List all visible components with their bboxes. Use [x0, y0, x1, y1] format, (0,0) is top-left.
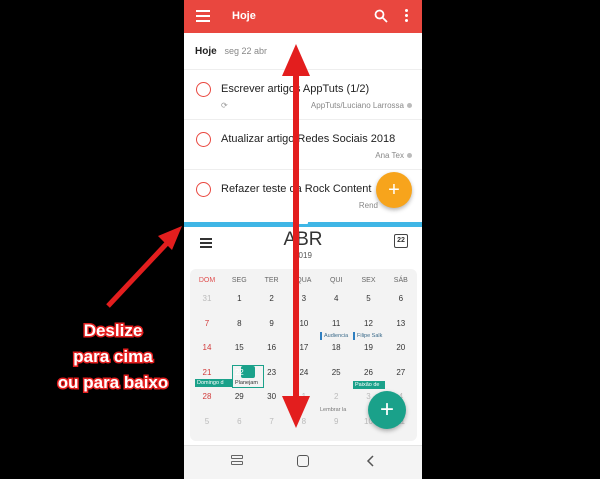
- task-checkbox[interactable]: [196, 82, 211, 97]
- task-text: Atualizar artigo Redes Sociais 2018: [221, 133, 396, 145]
- section-day: Hoje: [195, 46, 217, 57]
- calendar-day[interactable]: 29: [223, 392, 255, 401]
- calendar-day[interactable]: 6: [385, 294, 417, 303]
- calendar-day[interactable]: 23: [256, 368, 288, 377]
- tasks-app-bar: Hoje: [184, 0, 422, 33]
- tasks-app: Hoje Hoje seg 22 abr Escrever artigos Ap…: [184, 0, 422, 222]
- calendar-day[interactable]: 2: [320, 392, 352, 401]
- calendar-day[interactable]: 18: [320, 343, 352, 352]
- calendar-day[interactable]: 4: [320, 294, 352, 303]
- search-icon[interactable]: [374, 9, 388, 23]
- calendar-day[interactable]: 7: [256, 417, 288, 426]
- section-date: seg 22 abr: [224, 46, 267, 56]
- weekday-label: QUI: [329, 277, 343, 284]
- weekday-label: TER: [264, 277, 279, 284]
- recent-apps-icon[interactable]: [231, 455, 243, 467]
- event-chip[interactable]: Planejam: [233, 379, 264, 387]
- task-item[interactable]: Escrever artigos AppTuts (1/2) ⟳ AppTuts…: [184, 69, 422, 119]
- calendar-day[interactable]: 3: [288, 294, 320, 303]
- calendar-day[interactable]: 9: [256, 319, 288, 328]
- calendar-day[interactable]: 8: [223, 319, 255, 328]
- calendar-day[interactable]: 5: [353, 294, 385, 303]
- weekday-label: SEX: [361, 277, 376, 284]
- calendar-day[interactable]: 5: [191, 417, 223, 426]
- calendar-day[interactable]: 1: [223, 294, 255, 303]
- event-chip[interactable]: Lembrar la: [318, 406, 353, 414]
- calendar-day[interactable]: 8: [288, 417, 320, 426]
- calendar-day[interactable]: 11: [320, 319, 352, 328]
- event-chip[interactable]: Domingo d: [195, 379, 233, 387]
- task-project: Rend: [358, 201, 378, 210]
- more-options-icon[interactable]: [405, 9, 409, 23]
- annotation-text: Deslize para cima ou para baixo: [28, 318, 198, 396]
- calendar-day[interactable]: 16: [256, 343, 288, 352]
- calendar-year: 2019: [294, 251, 312, 260]
- project-dot-icon: [407, 103, 412, 108]
- calendar-day[interactable]: 2: [256, 294, 288, 303]
- calendar-day[interactable]: 9: [320, 417, 352, 426]
- calendar-day[interactable]: 19: [353, 343, 385, 352]
- calendar-day[interactable]: 1: [288, 392, 320, 401]
- project-dot-icon: [407, 153, 412, 158]
- android-nav-bar: [184, 445, 422, 479]
- today-section-header: Hoje seg 22 abr: [195, 46, 267, 57]
- calendar-app: ABR 2019 22 Audiencia Filipe Salk Paixão…: [184, 227, 422, 445]
- weekday-label: SEG: [231, 277, 247, 284]
- annotation-line: para cima: [72, 346, 154, 368]
- task-project: AppTuts/Luciano Larrossa: [311, 101, 412, 110]
- calendar-month: ABR: [283, 229, 323, 250]
- weekday-label: QUA: [296, 277, 312, 284]
- repeat-icon: ⟳: [221, 101, 228, 110]
- calendar-day[interactable]: 25: [320, 368, 352, 377]
- calendar-day[interactable]: 17: [288, 343, 320, 352]
- calendar-day[interactable]: 15: [223, 343, 255, 352]
- calendar-day[interactable]: 10: [288, 319, 320, 328]
- calendar-day[interactable]: 12: [353, 319, 385, 328]
- annotation-line: Deslize: [82, 320, 144, 342]
- pointer-arrow: [106, 226, 182, 308]
- divider-handle[interactable]: [298, 221, 308, 224]
- phone-screen: Hoje Hoje seg 22 abr Escrever artigos Ap…: [184, 0, 422, 479]
- task-text: Refazer teste da Rock Content: [221, 183, 372, 195]
- task-checkbox[interactable]: [196, 182, 211, 197]
- task-checkbox[interactable]: [196, 132, 211, 147]
- weekday-label: SÁB: [393, 277, 408, 284]
- calendar-day[interactable]: 31: [191, 294, 223, 303]
- calendar-today-icon[interactable]: 22: [394, 234, 408, 248]
- event-chip[interactable]: Filipe Salk: [353, 332, 385, 340]
- menu-icon[interactable]: [196, 10, 210, 22]
- calendar-day[interactable]: 27: [385, 368, 417, 377]
- home-icon[interactable]: [297, 455, 309, 467]
- event-chip[interactable]: Paixão de: [353, 381, 385, 389]
- calendar-day[interactable]: 20: [385, 343, 417, 352]
- task-project: Ana Tex: [375, 151, 412, 160]
- calendar-day[interactable]: 13: [385, 319, 417, 328]
- event-chip[interactable]: Audiencia: [320, 332, 352, 340]
- calendar-day[interactable]: 24: [288, 368, 320, 377]
- add-task-button[interactable]: +: [376, 172, 412, 208]
- calendar-day[interactable]: 30: [256, 392, 288, 401]
- task-text: Escrever artigos AppTuts (1/2): [221, 83, 370, 95]
- calendar-day[interactable]: 26: [353, 368, 385, 377]
- back-icon[interactable]: [366, 455, 376, 467]
- weekday-label: DOM: [198, 277, 216, 284]
- add-event-button[interactable]: +: [368, 391, 406, 429]
- calendar-day[interactable]: 22: [223, 368, 255, 377]
- annotation-line: ou para baixo: [56, 372, 170, 394]
- calendar-day[interactable]: 6: [223, 417, 255, 426]
- tasks-title: Hoje: [232, 10, 256, 22]
- task-item[interactable]: Atualizar artigo Redes Sociais 2018 Ana …: [184, 119, 422, 169]
